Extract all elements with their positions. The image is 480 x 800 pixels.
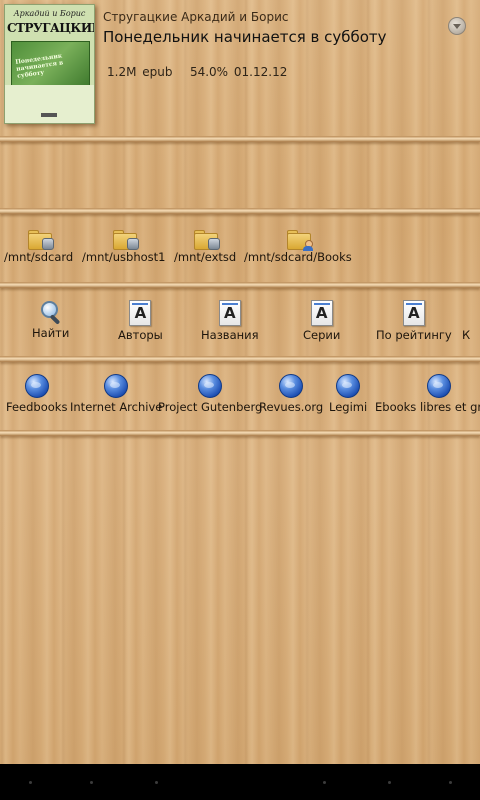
book-progress: 54.0% [189, 65, 229, 79]
catalog-internet-archive[interactable]: Internet Archive [70, 374, 162, 414]
book-meta: 1.2M epub 54.0% 01.12.12 [107, 65, 287, 79]
folder-label: /mnt/sdcard [4, 250, 74, 264]
folder-extsd[interactable]: /mnt/extsd [174, 230, 236, 264]
library-titles[interactable]: A Названия [201, 300, 259, 342]
folder-books[interactable]: /mnt/sdcard/Books [244, 230, 352, 264]
cover-title: СТРУГАЦКИЕ [7, 21, 95, 35]
nav-dot [29, 781, 32, 784]
folder-label: /mnt/usbhost1 [82, 250, 166, 264]
folder-books-icon [286, 230, 313, 251]
rating-icon: A [402, 300, 425, 326]
catalog-label: Feedbooks [6, 400, 68, 414]
library-label: Авторы [118, 328, 163, 342]
globe-icon [24, 374, 49, 398]
folder-sdcard[interactable]: /mnt/sdcard [4, 230, 73, 264]
nav-dot [90, 781, 93, 784]
nav-dot [449, 781, 452, 784]
shelf-divider [0, 430, 480, 436]
nav-dot [323, 781, 326, 784]
library-series[interactable]: A Серии [303, 300, 340, 342]
cover-art: Понедельник начинается в субботу [11, 41, 90, 87]
library-authors[interactable]: A Авторы [118, 300, 163, 342]
catalog-revues[interactable]: Revues.org [259, 374, 323, 414]
book-title[interactable]: Понедельник начинается в субботу [103, 28, 387, 46]
book-author[interactable]: Стругацкие Аркадий и Борис [103, 10, 289, 24]
cover-bottom [5, 85, 94, 123]
shelf-divider [0, 208, 480, 214]
book-size: 1.2M [107, 65, 137, 79]
library-label: Найти [32, 326, 70, 340]
folder-label: /mnt/sdcard/Books [244, 250, 352, 264]
folder-sdcard-icon [27, 230, 54, 250]
search-icon [39, 300, 63, 325]
folder-usb-icon [112, 230, 139, 250]
globe-icon [279, 374, 304, 398]
authors-icon: A [129, 300, 152, 326]
nav-dot [155, 781, 158, 784]
folder-extsd-icon [194, 230, 221, 250]
publisher-logo [41, 113, 57, 117]
library-rating[interactable]: A По рейтингу [376, 300, 452, 342]
catalog-label: Revues.org [259, 400, 324, 414]
catalog-project-gutenberg[interactable]: Project Gutenberg [158, 374, 262, 414]
series-icon: A [310, 300, 333, 326]
catalog-feedbooks[interactable]: Feedbooks [6, 374, 67, 414]
shelf-divider [0, 136, 480, 142]
library-label: Названия [201, 328, 259, 342]
globe-icon [198, 374, 223, 398]
library-label: К [462, 328, 471, 342]
library-search[interactable]: Найти [32, 300, 69, 340]
cover-author: Аркадий и Борис [13, 9, 86, 18]
folder-usbhost[interactable]: /mnt/usbhost1 [82, 230, 165, 264]
book-date: 01.12.12 [233, 65, 288, 79]
library-more[interactable]: К [462, 300, 470, 342]
library-more-icon [462, 300, 470, 326]
book-cover[interactable]: Аркадий и Борис СТРУГАЦКИЕ Понедельник н… [4, 4, 95, 124]
nav-dot [388, 781, 391, 784]
titles-icon: A [218, 300, 241, 326]
folder-label: /mnt/extsd [174, 250, 237, 264]
book-menu-icon[interactable] [448, 17, 466, 35]
catalog-label: Project Gutenberg [158, 400, 263, 414]
cover-art-text: Понедельник начинается в субботу [14, 52, 64, 80]
system-nav-bar [0, 764, 480, 800]
book-format: epub [142, 65, 173, 79]
shelf-divider [0, 356, 480, 362]
catalog-ebooks-libres[interactable]: Ebooks libres et gr [375, 374, 480, 414]
globe-icon [104, 374, 129, 398]
library-label: По рейтингу [376, 328, 452, 342]
catalog-label: Legimi [329, 400, 368, 414]
library-label: Серии [303, 328, 341, 342]
catalog-legimi[interactable]: Legimi [329, 374, 367, 414]
globe-icon [336, 374, 361, 398]
shelf-divider [0, 282, 480, 288]
globe-icon [427, 374, 451, 398]
catalog-label: Internet Archive [70, 400, 163, 414]
catalog-label: Ebooks libres et gr [375, 400, 480, 414]
